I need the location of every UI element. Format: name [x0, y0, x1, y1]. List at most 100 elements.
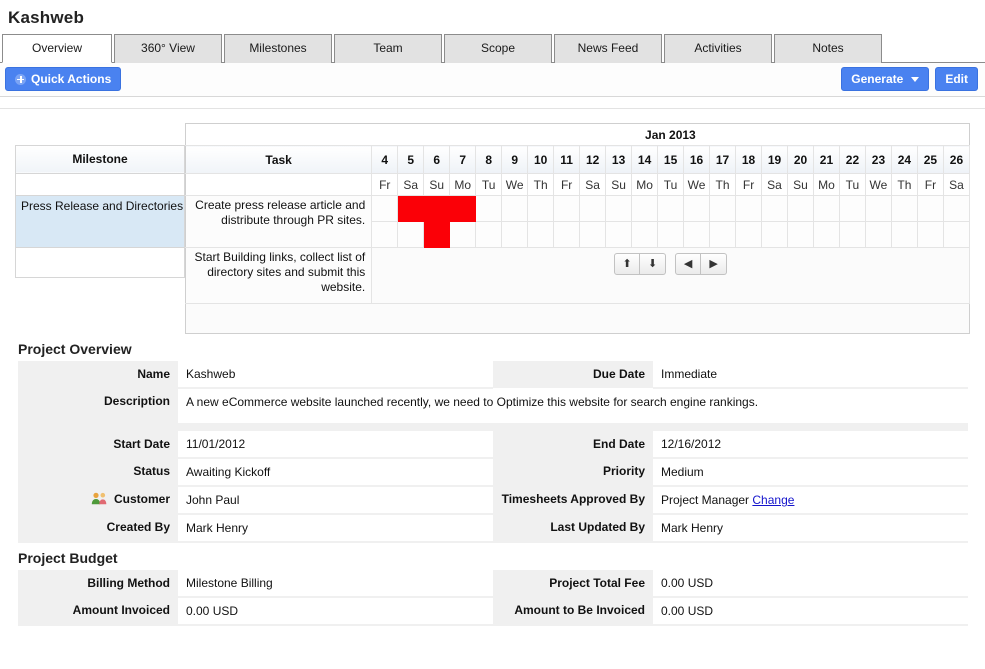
generate-button[interactable]: Generate: [841, 67, 929, 91]
amount-invoiced-value: 0.00 USD: [178, 597, 493, 625]
tab-label: 360° View: [141, 41, 195, 55]
project-total-fee-value: 0.00 USD: [653, 570, 968, 597]
scroll-left-icon: ◀: [684, 259, 692, 270]
tab-scope[interactable]: Scope: [444, 34, 552, 63]
gantt-chart: MilestonePress Release and Directories J…: [15, 123, 970, 334]
gantt-day-name: We: [502, 174, 528, 196]
gantt-day-number: 8: [476, 146, 502, 174]
project-overview-table: Name Kashweb Due Date Immediate Descript…: [18, 361, 968, 543]
gantt-empty-cell: [528, 196, 554, 222]
gantt-day-number: 24: [891, 146, 917, 174]
gantt-empty-cell: [788, 196, 814, 222]
gantt-empty-cell: [554, 222, 580, 248]
due-date-label: Due Date: [493, 361, 653, 388]
milestone-row[interactable]: Press Release and Directories: [16, 195, 185, 247]
gantt-day-name: Tu: [839, 174, 865, 196]
gantt-day-number: 19: [762, 146, 788, 174]
gantt-day-name: Su: [424, 174, 450, 196]
gantt-empty-cell: [476, 222, 502, 248]
gantt-bar-segment[interactable]: [398, 196, 424, 222]
gantt-empty-cell: [684, 222, 710, 248]
milestone-table: MilestonePress Release and Directories: [15, 123, 185, 278]
gantt-empty-cell: [788, 222, 814, 248]
table-row: Created By Mark Henry Last Updated By Ma…: [18, 514, 968, 542]
amount-to-be-invoiced-value: 0.00 USD: [653, 597, 968, 625]
gantt-empty-cell: [684, 196, 710, 222]
gantt-horizontal-nav-group: ◀▶: [675, 253, 727, 275]
tab-news-feed[interactable]: News Feed: [554, 34, 662, 63]
gantt-day-name: Mo: [632, 174, 658, 196]
gantt-day-number: 11: [554, 146, 580, 174]
gantt-day-number: 10: [528, 146, 554, 174]
tab-notes[interactable]: Notes: [774, 34, 882, 63]
gantt-empty-cell: [813, 196, 839, 222]
edit-button[interactable]: Edit: [935, 67, 978, 91]
gantt-empty-cell: [450, 222, 476, 248]
tab-label: Notes: [812, 41, 843, 55]
gantt-day-name: Sa: [943, 174, 969, 196]
gantt-month-row: Jan 2013: [186, 124, 970, 146]
created-by-value: Mark Henry: [178, 514, 493, 542]
gantt-footer-spacer: [186, 304, 372, 334]
gantt-empty-cell: [476, 196, 502, 222]
tab-360-view[interactable]: 360° View: [114, 34, 222, 63]
end-date-value: 12/16/2012: [653, 431, 968, 458]
gantt-day-number: 7: [450, 146, 476, 174]
gantt-empty-cell: [372, 222, 398, 248]
gantt-bar-segment[interactable]: [450, 196, 476, 222]
gantt-empty-cell: [917, 222, 943, 248]
gantt-day-number: 18: [736, 146, 762, 174]
table-row: Start Date 11/01/2012 End Date 12/16/201…: [18, 431, 968, 458]
scroll-left-button[interactable]: ◀: [675, 253, 701, 275]
due-date-value: Immediate: [653, 361, 968, 388]
customer-label: Customer: [114, 492, 170, 506]
tab-team[interactable]: Team: [334, 34, 442, 63]
gantt-task-label[interactable]: Start Building links, collect list of di…: [186, 248, 372, 304]
gantt-bar-segment[interactable]: [424, 222, 450, 248]
scroll-up-icon: ⬆: [623, 259, 632, 270]
gantt-day-name: We: [684, 174, 710, 196]
scroll-down-button[interactable]: ⬇: [640, 253, 666, 275]
gantt-day-number: 16: [684, 146, 710, 174]
tab-milestones[interactable]: Milestones: [224, 34, 332, 63]
gantt-grid-table: Jan 2013Task4567891011121314151617181920…: [185, 123, 970, 334]
milestone-spacer: [16, 123, 185, 145]
name-value: Kashweb: [178, 361, 493, 388]
table-row: Amount Invoiced 0.00 USD Amount to Be In…: [18, 597, 968, 625]
gantt-day-name: We: [865, 174, 891, 196]
gantt-day-number: 15: [658, 146, 684, 174]
change-link[interactable]: Change: [752, 493, 794, 507]
scroll-up-button[interactable]: ⬆: [614, 253, 640, 275]
billing-method-label: Billing Method: [18, 570, 178, 597]
gantt-vertical-nav-group: ⬆⬇: [614, 253, 666, 275]
scroll-right-icon: ▶: [709, 259, 717, 270]
gantt-day-number: 25: [917, 146, 943, 174]
start-date-value: 11/01/2012: [178, 431, 493, 458]
gantt-day-name: Su: [606, 174, 632, 196]
customer-label-cell: Customer: [18, 486, 178, 514]
gantt-day-number: 20: [788, 146, 814, 174]
project-budget-table: Billing Method Milestone Billing Project…: [18, 570, 968, 626]
scroll-right-button[interactable]: ▶: [701, 253, 727, 275]
tab-label: Scope: [481, 41, 515, 55]
gantt-empty-cell: [943, 196, 969, 222]
action-bar: Quick Actions Generate Edit: [0, 63, 985, 97]
project-overview-heading: Project Overview: [18, 341, 985, 357]
gantt-daynum-row: Task456789101112131415161718192021222324…: [186, 146, 970, 174]
gantt-empty-cell: [710, 196, 736, 222]
gantt-day-number: 21: [813, 146, 839, 174]
gantt-empty-cell: [917, 196, 943, 222]
quick-actions-button[interactable]: Quick Actions: [5, 67, 121, 91]
tab-overview[interactable]: Overview: [2, 34, 112, 63]
start-date-label: Start Date: [18, 431, 178, 458]
gantt-bar-segment[interactable]: [424, 196, 450, 222]
last-updated-by-value: Mark Henry: [653, 514, 968, 542]
gantt-empty-cell: [865, 196, 891, 222]
gantt-day-name: Fr: [554, 174, 580, 196]
gantt-task-label[interactable]: Create press release article and distrib…: [186, 196, 372, 248]
gantt-day-number: 6: [424, 146, 450, 174]
tab-label: Overview: [32, 41, 82, 55]
gantt-empty-cell: [943, 222, 969, 248]
gantt-month-spacer: [186, 124, 372, 146]
tab-activities[interactable]: Activities: [664, 34, 772, 63]
